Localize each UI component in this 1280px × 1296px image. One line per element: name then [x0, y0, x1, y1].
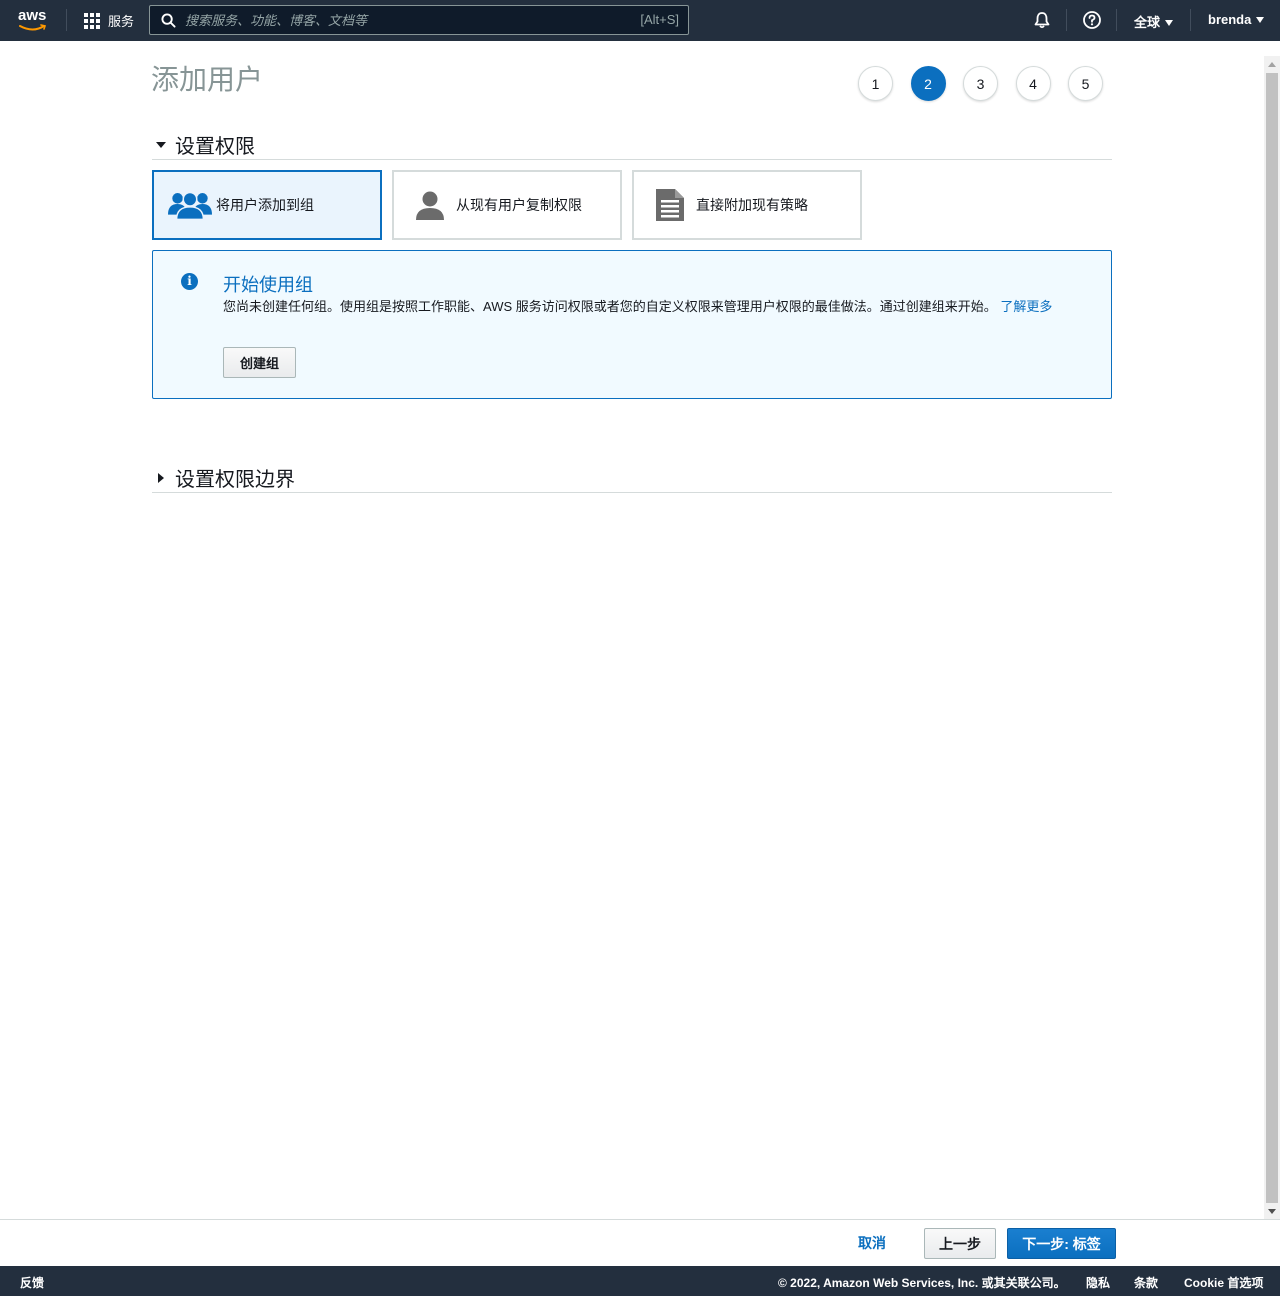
nav-divider	[1190, 9, 1191, 31]
nav-divider	[1066, 9, 1067, 31]
nav-divider	[66, 9, 67, 31]
wizard-action-bar: 取消 上一步 下一步: 标签	[0, 1219, 1280, 1266]
caret-down-icon	[1256, 17, 1265, 23]
info-box-text: 您尚未创建任何组。使用组是按照工作职能、AWS 服务访问权限或者您的自定义权限来…	[223, 296, 1083, 317]
collapse-caret-icon	[158, 472, 164, 483]
copyright-text: © 2022, Amazon Web Services, Inc. 或其关联公司…	[778, 1276, 1066, 1290]
scroll-up-arrow-icon[interactable]	[1268, 62, 1276, 67]
search-box[interactable]: [Alt+S]	[149, 5, 689, 35]
region-label: 全球	[1134, 15, 1161, 30]
expand-caret-icon	[156, 141, 166, 148]
aws-smile-icon	[19, 24, 47, 31]
account-username: brenda	[1208, 12, 1252, 27]
services-label: 服务	[108, 14, 135, 29]
grid-menu-icon	[84, 12, 100, 29]
wizard-step-2[interactable]: 2	[910, 66, 946, 101]
search-shortcut-hint: [Alt+S]	[640, 12, 679, 27]
option-attach-policies-label: 直接附加现有策略	[696, 197, 808, 213]
permissions-section-title: 设置权限	[175, 136, 255, 158]
scroll-down-arrow-icon[interactable]	[1268, 1209, 1276, 1214]
services-menu-button[interactable]: 服务	[84, 11, 134, 30]
permissions-section-header[interactable]: 设置权限	[152, 130, 1112, 160]
option-add-user-to-group[interactable]: 将用户添加到组	[152, 170, 382, 240]
info-box-description: 您尚未创建任何组。使用组是按照工作职能、AWS 服务访问权限或者您的自定义权限来…	[223, 299, 997, 314]
help-icon[interactable]	[1082, 10, 1102, 30]
privacy-link[interactable]: 隐私	[1086, 1274, 1110, 1291]
page-scrollbar[interactable]	[1264, 56, 1280, 1220]
notifications-bell-icon[interactable]	[1032, 10, 1052, 30]
next-tags-button[interactable]: 下一步: 标签	[1007, 1228, 1116, 1259]
caret-down-icon	[1165, 20, 1174, 26]
option-add-user-to-group-label: 将用户添加到组	[216, 197, 314, 213]
wizard-step-5[interactable]: 5	[1068, 66, 1103, 101]
get-started-info-box: i 开始使用组 您尚未创建任何组。使用组是按照工作职能、AWS 服务访问权限或者…	[152, 250, 1112, 399]
info-icon: i	[181, 273, 198, 290]
users-group-icon	[168, 185, 212, 225]
search-icon	[161, 13, 176, 28]
previous-button[interactable]: 上一步	[924, 1228, 996, 1259]
cookie-preferences-link[interactable]: Cookie 首选项	[1184, 1274, 1263, 1291]
region-selector[interactable]: 全球	[1134, 12, 1174, 31]
document-icon	[648, 185, 692, 225]
option-copy-permissions[interactable]: 从现有用户复制权限	[392, 170, 622, 240]
account-menu[interactable]: brenda	[1208, 12, 1265, 27]
aws-logo-text: aws	[18, 7, 47, 24]
wizard-step-1[interactable]: 1	[858, 66, 893, 101]
create-group-button[interactable]: 创建组	[223, 347, 296, 378]
nav-divider	[1116, 9, 1117, 31]
info-box-title: 开始使用组	[223, 275, 313, 295]
aws-logo[interactable]: aws	[18, 8, 50, 32]
wizard-steps: 1 2 3 4 5	[858, 66, 1121, 101]
permission-options: 将用户添加到组 从现有用户复制权限 直接附加现有策略	[152, 170, 872, 240]
top-navigation: aws 服务 [Alt+S] 全球 brenda	[0, 0, 1280, 41]
wizard-step-3[interactable]: 3	[963, 66, 998, 101]
page-title: 添加用户	[151, 64, 264, 95]
wizard-step-4[interactable]: 4	[1015, 66, 1051, 101]
search-input[interactable]	[185, 10, 625, 30]
terms-link[interactable]: 条款	[1134, 1274, 1158, 1291]
scrollbar-thumb[interactable]	[1266, 73, 1278, 1203]
option-attach-policies[interactable]: 直接附加现有策略	[632, 170, 862, 240]
user-icon	[408, 185, 452, 225]
option-copy-permissions-label: 从现有用户复制权限	[456, 197, 582, 213]
boundary-section-title: 设置权限边界	[175, 469, 295, 491]
feedback-link[interactable]: 反馈	[20, 1274, 44, 1291]
cancel-button[interactable]: 取消	[858, 1233, 886, 1253]
console-footer: 反馈 © 2022, Amazon Web Services, Inc. 或其关…	[0, 1266, 1280, 1296]
boundary-section-header[interactable]: 设置权限边界	[152, 463, 1112, 493]
learn-more-link[interactable]: 了解更多	[1000, 299, 1052, 314]
